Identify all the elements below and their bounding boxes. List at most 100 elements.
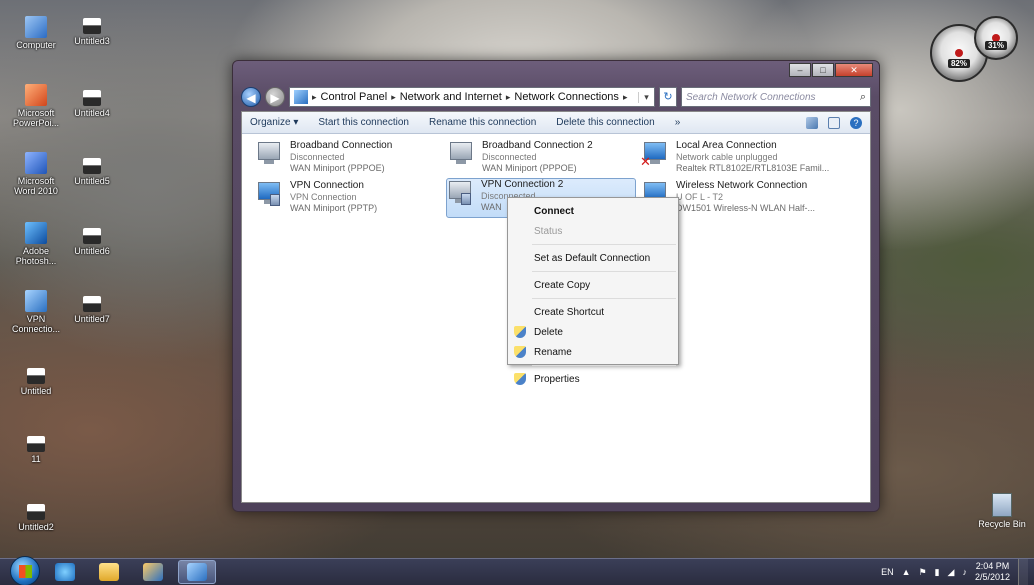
connection-name: Local Area Connection xyxy=(676,140,777,151)
address-dropdown-icon[interactable]: ▾ xyxy=(638,91,654,103)
connection-device: WAN Miniport (PPPOE) xyxy=(482,163,577,173)
taskbar-media-player[interactable] xyxy=(134,560,172,584)
control-panel-icon xyxy=(294,90,308,104)
organize-menu[interactable]: Organize ▾ xyxy=(250,117,298,128)
network-adapter-icon xyxy=(258,142,280,160)
file-icon xyxy=(83,228,101,244)
network-icon xyxy=(187,563,207,581)
media-player-icon xyxy=(143,563,163,581)
desktop-icon-label: Adobe Photosh... xyxy=(15,246,57,266)
connection-device: Realtek RTL8102E/RTL8103E Famil... xyxy=(676,163,830,173)
desktop-icon-computer[interactable]: Computer xyxy=(6,16,66,50)
maximize-button[interactable]: □ xyxy=(812,63,834,77)
file-icon xyxy=(83,296,101,312)
internet-explorer-icon xyxy=(55,563,75,581)
show-hidden-icons-icon[interactable]: ▲ xyxy=(902,567,911,577)
vpn-lock-icon xyxy=(461,193,471,205)
language-indicator[interactable]: EN xyxy=(881,567,894,577)
start-button[interactable] xyxy=(10,556,40,585)
taskbar-windows-explorer[interactable] xyxy=(90,560,128,584)
desktop-icon-untitled[interactable]: Untitled xyxy=(6,368,66,396)
recycle-bin[interactable]: Recycle Bin xyxy=(974,493,1030,529)
menu-item-properties[interactable]: Properties xyxy=(508,369,678,389)
desktop-icon-untitled5[interactable]: Untitled5 xyxy=(62,158,122,186)
menu-item-create-shortcut[interactable]: Create Shortcut xyxy=(508,302,678,322)
volume-icon[interactable]: ♪ xyxy=(962,567,967,577)
breadcrumb-network-connections[interactable]: Network Connections xyxy=(514,91,619,103)
more-commands-button[interactable]: » xyxy=(675,117,681,128)
command-bar: Organize ▾ Start this connection Rename … xyxy=(242,112,870,134)
power-icon[interactable]: ▮ xyxy=(935,567,940,578)
desktop-icon-untitled6[interactable]: Untitled6 xyxy=(62,228,122,256)
menu-item-status: Status xyxy=(534,225,563,237)
clock[interactable]: 2:04 PM 2/5/2012 xyxy=(975,561,1010,583)
vpn-icon xyxy=(25,290,47,312)
memory-readout: 31% xyxy=(976,41,1016,50)
file-icon xyxy=(27,368,45,384)
computer-icon xyxy=(25,16,47,38)
menu-item-rename[interactable]: Rename xyxy=(508,342,678,362)
clock-date: 2/5/2012 xyxy=(974,572,1010,582)
start-connection-button[interactable]: Start this connection xyxy=(318,117,409,128)
minimize-button[interactable]: – xyxy=(789,63,811,77)
connection-item-vpn[interactable]: VPN Connection VPN Connection WAN Minipo… xyxy=(256,180,377,214)
desktop-icon-label: Untitled xyxy=(20,386,52,396)
search-icon[interactable]: ⌕ xyxy=(860,91,866,104)
forward-button[interactable]: ▶ xyxy=(265,87,285,107)
menu-item-create-copy[interactable]: Create Copy xyxy=(508,275,678,295)
recycle-bin-label: Recycle Bin xyxy=(978,519,1026,529)
desktop-icon-powerpoint[interactable]: Microsoft PowerPoi... xyxy=(6,84,66,128)
taskbar-internet-explorer[interactable] xyxy=(46,560,84,584)
connection-item-broadband-2[interactable]: Broadband Connection 2 Disconnected WAN … xyxy=(448,140,593,174)
desktop-icon-untitled2[interactable]: Untitled2 xyxy=(6,504,66,532)
desktop-icon-untitled4[interactable]: Untitled4 xyxy=(62,90,122,118)
refresh-button[interactable]: ↻ xyxy=(659,87,677,107)
desktop-icon-11[interactable]: 11 xyxy=(6,436,66,464)
change-view-icon[interactable] xyxy=(806,116,818,129)
error-x-icon: ✕ xyxy=(640,154,651,169)
action-center-flag-icon[interactable]: ⚑ xyxy=(919,567,927,578)
help-icon[interactable]: ? xyxy=(850,116,862,129)
desktop-icon-vpn-connection[interactable]: VPN Connectio... xyxy=(6,290,66,334)
menu-separator xyxy=(532,244,676,245)
vpn-lock-icon xyxy=(270,194,280,206)
menu-item-delete[interactable]: Delete xyxy=(508,322,678,342)
connection-name: Broadband Connection xyxy=(290,140,393,151)
breadcrumb-separator: ▸ xyxy=(622,91,628,102)
desktop-icon-photoshop[interactable]: Adobe Photosh... xyxy=(6,222,66,266)
connection-status: Disconnected xyxy=(290,152,345,162)
search-input[interactable]: Search Network Connections xyxy=(686,92,816,103)
show-desktop-button[interactable] xyxy=(1018,558,1028,585)
connections-list: Broadband Connection Disconnected WAN Mi… xyxy=(242,134,870,218)
context-menu: Connect Status Set as Default Connection… xyxy=(507,197,679,385)
network-signal-icon[interactable]: ◢ xyxy=(948,567,955,578)
breadcrumb-network-and-internet[interactable]: Network and Internet xyxy=(400,91,502,103)
delete-connection-button[interactable]: Delete this connection xyxy=(556,117,654,128)
desktop-icon-untitled7[interactable]: Untitled7 xyxy=(62,296,122,324)
address-bar[interactable]: ▸ Control Panel ▸ Network and Internet ▸… xyxy=(289,87,655,107)
rename-connection-button[interactable]: Rename this connection xyxy=(429,117,536,128)
desktop-icon-word[interactable]: Microsoft Word 2010 xyxy=(6,152,66,196)
close-button[interactable]: ✕ xyxy=(835,63,873,77)
taskbar: EN ▲ ⚑ ▮ ◢ ♪ 2:04 PM 2/5/2012 xyxy=(0,556,1034,585)
desktop-icon-untitled3[interactable]: Untitled3 xyxy=(62,18,122,46)
windows-logo-icon xyxy=(19,565,32,578)
menu-item-set-default[interactable]: Set as Default Connection xyxy=(508,248,678,268)
desktop-icon-label: Untitled4 xyxy=(74,108,110,118)
connection-status: Network cable unplugged xyxy=(676,152,778,162)
preview-pane-icon[interactable] xyxy=(828,116,840,129)
connection-name: Broadband Connection 2 xyxy=(482,140,593,151)
back-button[interactable]: ◀ xyxy=(241,87,261,107)
folder-icon xyxy=(99,563,119,581)
connection-item-local-area[interactable]: ✕ Local Area Connection Network cable un… xyxy=(640,140,830,174)
search-box[interactable]: Search Network Connections ⌕ xyxy=(681,87,871,107)
taskbar-network-connections[interactable] xyxy=(178,560,216,584)
desktop-icon-label: 11 xyxy=(31,454,41,464)
recycle-bin-icon xyxy=(992,493,1012,517)
menu-item-connect[interactable]: Connect xyxy=(508,201,678,221)
connection-item-broadband[interactable]: Broadband Connection Disconnected WAN Mi… xyxy=(256,140,392,174)
breadcrumb-control-panel[interactable]: Control Panel xyxy=(321,91,388,103)
powerpoint-icon xyxy=(25,84,47,106)
breadcrumb-separator: ▸ xyxy=(505,91,511,102)
memory-meter-gadget[interactable]: 31% xyxy=(974,16,1018,60)
